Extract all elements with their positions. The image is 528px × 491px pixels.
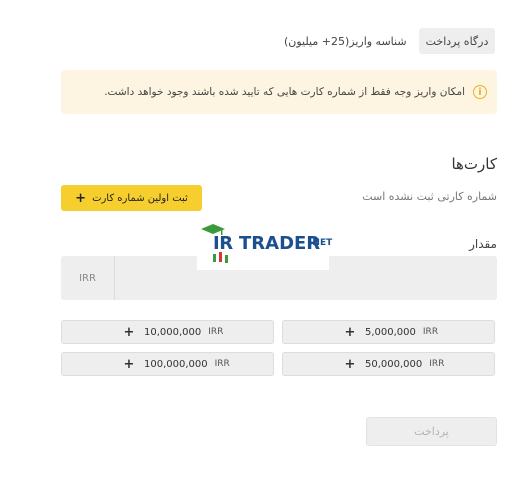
preset-currency: IRR [422,327,439,337]
irtrader-watermark-logo: IR TRADER .NET [197,222,333,270]
preset-amount-5m[interactable]: + 5,000,000 IRR [282,320,495,344]
no-cards-message: شماره کارتی ثبت نشده است [362,190,497,203]
logo-trader-text: TRADER [239,233,321,254]
preset-currency: IRR [429,359,445,369]
logo-ir-text: IR [213,233,233,254]
amount-label: مقدار [469,237,497,251]
pay-button[interactable]: پرداخت [366,417,497,446]
preset-amount-50m[interactable]: + 50,000,000 IRR [282,352,495,376]
preset-value: 100,000,000 [144,358,208,370]
add-first-card-button[interactable]: ثبت اولین شماره کارت + [61,185,202,211]
preset-value: 5,000,000 [365,326,416,338]
candlestick-icon [213,252,228,263]
tab-deposit-id[interactable]: شناسه واریز(25+ میلیون) [284,28,412,54]
plus-icon: + [344,324,356,340]
preset-value: 50,000,000 [365,358,423,370]
verification-notice: i امکان واریز وجه فقط از شماره کارت هایی… [61,70,497,114]
preset-amount-10m[interactable]: + 10,000,000 IRR [61,320,274,344]
amount-currency: IRR [61,256,115,300]
plus-icon: + [123,356,135,372]
logo-net-text: .NET [309,238,333,248]
plus-icon: + [75,190,87,206]
tab-payment-gateway[interactable]: درگاه پرداخت [419,28,495,54]
add-card-label: ثبت اولین شماره کارت [92,192,188,204]
preset-currency: IRR [208,327,224,337]
plus-icon: + [344,356,356,372]
cards-title: کارت‌ها [451,155,497,173]
preset-value: 10,000,000 [144,326,202,338]
preset-currency: IRR [214,359,230,369]
notice-text: امکان واریز وجه فقط از شماره کارت هایی ک… [104,86,465,98]
plus-icon: + [123,324,135,340]
info-icon: i [473,85,487,99]
preset-amount-100m[interactable]: + 100,000,000 IRR [61,352,274,376]
